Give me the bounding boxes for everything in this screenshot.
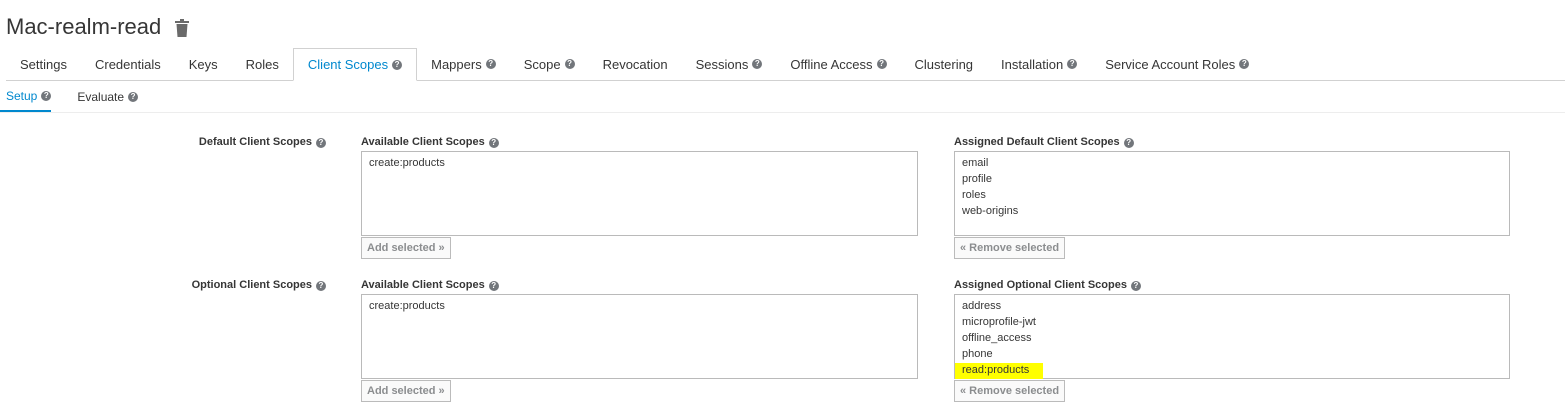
client-name: Mac-realm-read [6,14,162,39]
default-available-label: Available Client Scopes? [361,136,499,148]
tab-sessions[interactable]: Sessions? [682,48,777,80]
tab-client-scopes[interactable]: Client Scopes? [292,48,418,81]
help-icon: ? [392,59,403,70]
help-icon: ? [1239,59,1250,69]
help-icon: ? [316,138,326,148]
client-scopes-subtabs: Setup? Evaluate? [0,81,1565,113]
list-item[interactable]: microprofile-jwt [962,315,1509,331]
client-tabs: Settings Credentials Keys Roles Client S… [6,48,1565,81]
help-icon: ? [1130,281,1141,291]
assigned-optional-label: Assigned Optional Client Scopes? [954,279,1141,291]
list-item[interactable]: roles [962,188,1509,204]
help-icon: ? [1123,138,1134,148]
subtab-evaluate[interactable]: Evaluate? [71,81,139,112]
help-icon: ? [1067,59,1078,69]
help-icon: ? [564,59,575,69]
tab-keys[interactable]: Keys [175,48,232,80]
tab-scope[interactable]: Scope? [510,48,589,80]
optional-available-list[interactable]: create:products [361,294,918,379]
remove-selected-default-button[interactable]: « Remove selected [954,237,1066,259]
tab-clustering[interactable]: Clustering [901,48,988,80]
trash-icon[interactable] [175,19,190,37]
list-item[interactable]: email [962,156,1509,172]
subtab-setup[interactable]: Setup? [0,81,52,112]
assigned-default-label: Assigned Default Client Scopes? [954,136,1134,148]
tab-revocation[interactable]: Revocation [589,48,682,80]
tab-service-account-roles[interactable]: Service Account Roles? [1091,48,1263,80]
remove-selected-optional-button[interactable]: « Remove selected [954,380,1066,402]
list-item[interactable]: offline_access [962,331,1509,347]
list-item[interactable]: profile [962,172,1509,188]
help-icon: ? [488,281,499,291]
add-selected-optional-button[interactable]: Add selected » [361,380,451,402]
help-icon: ? [128,91,139,102]
page-title: Mac-realm-read [6,14,190,40]
help-icon: ? [316,281,326,291]
assigned-optional-list[interactable]: address microprofile-jwt offline_access … [954,294,1510,379]
tab-credentials[interactable]: Credentials [81,48,175,80]
list-item-highlighted[interactable]: read:products [955,363,1044,379]
list-item[interactable]: address [962,299,1509,315]
list-item[interactable]: phone [962,347,1509,363]
help-icon: ? [488,138,499,148]
help-icon: ? [485,59,496,69]
list-item[interactable]: create:products [369,156,917,172]
help-icon: ? [41,90,52,101]
tab-roles[interactable]: Roles [232,48,293,80]
tab-settings[interactable]: Settings [6,48,81,80]
help-icon: ? [752,59,763,69]
assigned-default-list[interactable]: email profile roles web-origins [954,151,1510,236]
optional-available-label: Available Client Scopes? [361,279,499,291]
help-icon: ? [876,59,887,69]
optional-scopes-label: Optional Client Scopes? [192,279,326,291]
list-item[interactable]: create:products [369,299,917,315]
tab-installation[interactable]: Installation? [987,48,1091,80]
tab-offline-access[interactable]: Offline Access? [776,48,900,80]
default-available-list[interactable]: create:products [361,151,918,236]
list-item[interactable]: web-origins [962,204,1509,220]
add-selected-default-button[interactable]: Add selected » [361,237,451,259]
default-scopes-label: Default Client Scopes? [199,136,326,148]
tab-mappers[interactable]: Mappers? [417,48,510,80]
